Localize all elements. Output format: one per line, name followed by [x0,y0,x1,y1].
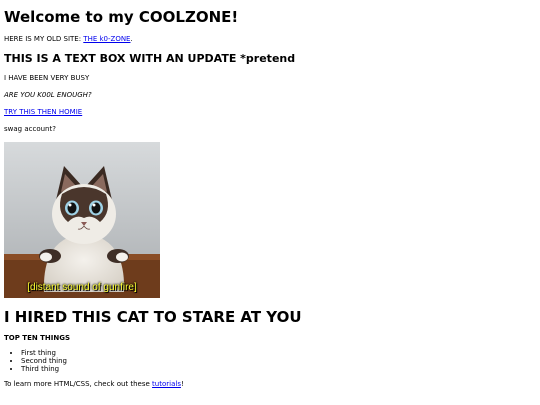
old-site-prefix: HERE IS MY OLD SITE: [4,35,84,43]
old-site-suffix: . [130,35,133,43]
top-ten-title: TOP TEN THINGS [4,334,71,342]
old-site-line: HERE IS MY OLD SITE: THE k0-ZONE. [4,35,534,44]
list-item: First thing [21,349,534,357]
list-item: Third thing [21,365,534,373]
page-content: Welcome to my COOLZONE! HERE IS MY OLD S… [4,8,534,397]
cat-illustration [4,142,160,298]
old-site-link[interactable]: THE k0-ZONE [83,35,130,43]
cat-heading: I HIRED THIS CAT TO STARE AT YOU [4,308,302,326]
try-line: TRY THIS THEN HOMIE [4,108,534,117]
tutorials-link[interactable]: tutorials [152,380,181,388]
page-title: Welcome to my COOLZONE! [4,8,239,26]
swag-text: swag account? [4,125,56,133]
footer-line: To learn more HTML/CSS, check out these … [4,380,534,389]
footer-suffix: ! [180,380,184,388]
cat-photo: [distant sound of gunfire] [4,142,160,298]
update-heading: THIS IS A TEXT BOX WITH AN UPDATE *prete… [4,52,296,65]
list-item: Second thing [21,357,534,365]
try-link[interactable]: TRY THIS THEN HOMIE [4,108,82,116]
top-ten-list: First thing Second thing Third thing [4,349,534,373]
cat-caption: [distant sound of gunfire] [27,282,137,293]
footer-prefix: To learn more HTML/CSS, check out these [4,380,153,388]
busy-text: I HAVE BEEN VERY BUSY [4,74,90,82]
kool-text: ARE YOU K00L ENOUGH? [4,91,92,99]
